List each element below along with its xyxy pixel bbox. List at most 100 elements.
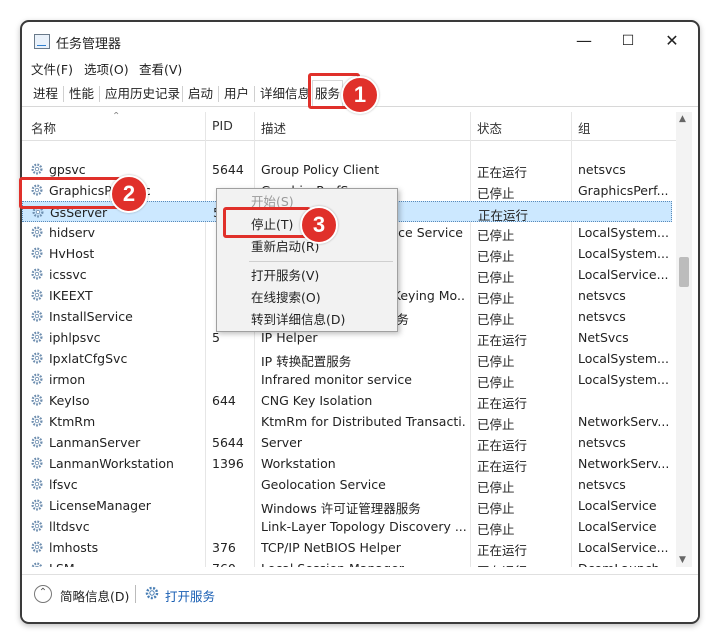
step-badge-1: 1 bbox=[341, 76, 379, 114]
gear-icon[interactable] bbox=[144, 585, 160, 601]
service-group: LocalSystem... bbox=[578, 246, 669, 261]
service-group: DcomLaunch bbox=[578, 561, 672, 567]
service-group: NetSvcs bbox=[578, 330, 629, 345]
scroll-down-icon[interactable]: ▼ bbox=[679, 555, 686, 565]
service-description: IP 转换配置服务 bbox=[261, 354, 352, 369]
service-group: LocalService bbox=[578, 498, 657, 513]
table-header: ⌃ 名称 PID 描述 状态 组 bbox=[22, 112, 678, 141]
service-gear-icon bbox=[30, 246, 44, 260]
table-row[interactable]: LanmanServer 5644 Server 正在运行 netsvcs bbox=[22, 432, 672, 453]
service-group: LocalService... bbox=[578, 540, 669, 555]
service-name: LicenseManager bbox=[49, 498, 151, 513]
tab-users[interactable]: 用户 bbox=[222, 84, 251, 104]
service-gear-icon bbox=[30, 561, 44, 567]
tab-startup[interactable]: 启动 bbox=[186, 84, 215, 104]
service-group: netsvcs bbox=[578, 435, 626, 450]
maximize-button[interactable]: ☐ bbox=[606, 26, 650, 56]
table-row[interactable]: LicenseManager Windows 许可证管理器服务 已停止 LocalSe… bbox=[22, 495, 672, 516]
service-gear-icon bbox=[30, 309, 44, 323]
service-status: 已停止 bbox=[477, 501, 515, 516]
service-group: netsvcs bbox=[578, 309, 626, 324]
service-status: 正在运行 bbox=[477, 333, 528, 348]
service-description: TCP/IP NetBIOS Helper bbox=[261, 540, 401, 555]
service-description: IP Helper bbox=[261, 330, 318, 345]
service-name: lmhosts bbox=[49, 540, 99, 555]
menu-file[interactable]: 文件(F) bbox=[31, 59, 73, 78]
service-description: Group Policy Client bbox=[261, 162, 380, 177]
service-group: NetworkServ... bbox=[578, 414, 670, 429]
service-name: KeyIso bbox=[49, 393, 90, 408]
callout-box-gsserver bbox=[19, 177, 121, 209]
service-status: 已停止 bbox=[477, 228, 515, 243]
service-gear-icon bbox=[30, 267, 44, 281]
table-row[interactable]: KeyIso 644 CNG Key Isolation 正在运行 bbox=[22, 390, 672, 411]
column-group[interactable]: 组 bbox=[578, 118, 591, 137]
service-gear-icon bbox=[30, 456, 44, 470]
table-row[interactable]: LSM 760 Local Session Manager 正在运行 DcomLaunc… bbox=[22, 558, 672, 567]
service-name: InstallService bbox=[49, 309, 133, 324]
service-name: icssvc bbox=[49, 267, 87, 282]
service-gear-icon bbox=[30, 372, 44, 386]
column-description[interactable]: 描述 bbox=[261, 118, 286, 137]
service-gear-icon bbox=[30, 393, 44, 407]
service-pid: 760 bbox=[212, 561, 252, 567]
service-name: hidserv bbox=[49, 225, 96, 240]
service-status: 已停止 bbox=[477, 375, 515, 390]
window-title: 任务管理器 bbox=[56, 37, 122, 52]
service-description: KtmRm for Distributed Transacti... bbox=[261, 414, 466, 429]
service-description: Infrared monitor service bbox=[261, 372, 412, 387]
column-status[interactable]: 状态 bbox=[477, 118, 502, 137]
column-name[interactable]: 名称 bbox=[31, 118, 56, 137]
table-row[interactable]: irmon Infrared monitor service 已停止 LocalSys… bbox=[22, 369, 672, 390]
tab-performance[interactable]: 性能 bbox=[67, 84, 96, 104]
service-status: 正在运行 bbox=[477, 438, 528, 453]
service-gear-icon bbox=[30, 288, 44, 302]
service-description: Server bbox=[261, 435, 302, 450]
service-status: 已停止 bbox=[477, 480, 515, 495]
service-status: 正在运行 bbox=[477, 396, 528, 411]
service-status: 已停止 bbox=[477, 522, 515, 537]
table-row[interactable]: LanmanWorkstation 1396 Workstation 正在运行 Netw… bbox=[22, 453, 672, 474]
service-gear-icon bbox=[30, 351, 44, 365]
tab-processes[interactable]: 进程 bbox=[31, 84, 60, 104]
service-name: HvHost bbox=[49, 246, 95, 261]
menu-go-to-details[interactable]: 转到详细信息(D) bbox=[217, 310, 397, 330]
service-status: 已停止 bbox=[477, 354, 515, 369]
table-row[interactable]: lfsvc Geolocation Service 已停止 netsvcs bbox=[22, 474, 672, 495]
service-group: GraphicsPerf... bbox=[578, 183, 669, 198]
menu-options[interactable]: 选项(O) bbox=[84, 59, 129, 78]
scroll-up-icon[interactable]: ▲ bbox=[679, 114, 686, 124]
open-services-link[interactable]: 打开服务 bbox=[165, 586, 215, 605]
service-group: netsvcs bbox=[578, 162, 626, 177]
close-button[interactable]: ✕ bbox=[650, 26, 694, 56]
service-description: Geolocation Service bbox=[261, 477, 386, 492]
brief-info-button[interactable]: 简略信息(D) bbox=[60, 586, 129, 605]
menu-view[interactable]: 查看(V) bbox=[139, 59, 182, 78]
service-status: 正在运行 bbox=[477, 165, 528, 180]
table-row[interactable]: IpxlatCfgSvc IP 转换配置服务 已停止 LocalSystem... bbox=[22, 348, 672, 369]
scrollbar-thumb[interactable] bbox=[679, 257, 689, 287]
table-row[interactable]: KtmRm KtmRm for Distributed Transacti... 已… bbox=[22, 411, 672, 432]
service-name: IKEEXT bbox=[49, 288, 93, 303]
service-status: 正在运行 bbox=[477, 459, 528, 474]
service-group: LocalService bbox=[578, 519, 657, 534]
service-name: lfsvc bbox=[49, 477, 78, 492]
service-gear-icon bbox=[30, 498, 44, 512]
tab-app-history[interactable]: 应用历史记录 bbox=[103, 84, 182, 104]
column-pid[interactable]: PID bbox=[212, 118, 233, 133]
service-status: 已停止 bbox=[477, 270, 515, 285]
minimize-button[interactable]: — bbox=[562, 26, 606, 56]
service-group: LocalSystem... bbox=[578, 351, 669, 366]
table-row[interactable]: lltdsvc Link-Layer Topology Discovery ...… bbox=[22, 516, 672, 537]
tab-details[interactable]: 详细信息 bbox=[258, 84, 312, 104]
menu-open-services[interactable]: 打开服务(V) bbox=[217, 266, 397, 286]
chevron-up-icon[interactable]: ⌃ bbox=[34, 585, 52, 603]
service-description: CNG Key Isolation bbox=[261, 393, 373, 408]
service-description: Local Session Manager bbox=[261, 561, 466, 567]
vertical-scrollbar[interactable]: ▲ ▼ bbox=[676, 112, 692, 567]
service-gear-icon bbox=[30, 330, 44, 344]
table-row[interactable]: lmhosts 376 TCP/IP NetBIOS Helper 正在运行 Local… bbox=[22, 537, 672, 558]
service-gear-icon bbox=[30, 540, 44, 554]
menu-search-online[interactable]: 在线搜索(O) bbox=[217, 288, 397, 308]
service-pid: 5644 bbox=[212, 435, 244, 450]
